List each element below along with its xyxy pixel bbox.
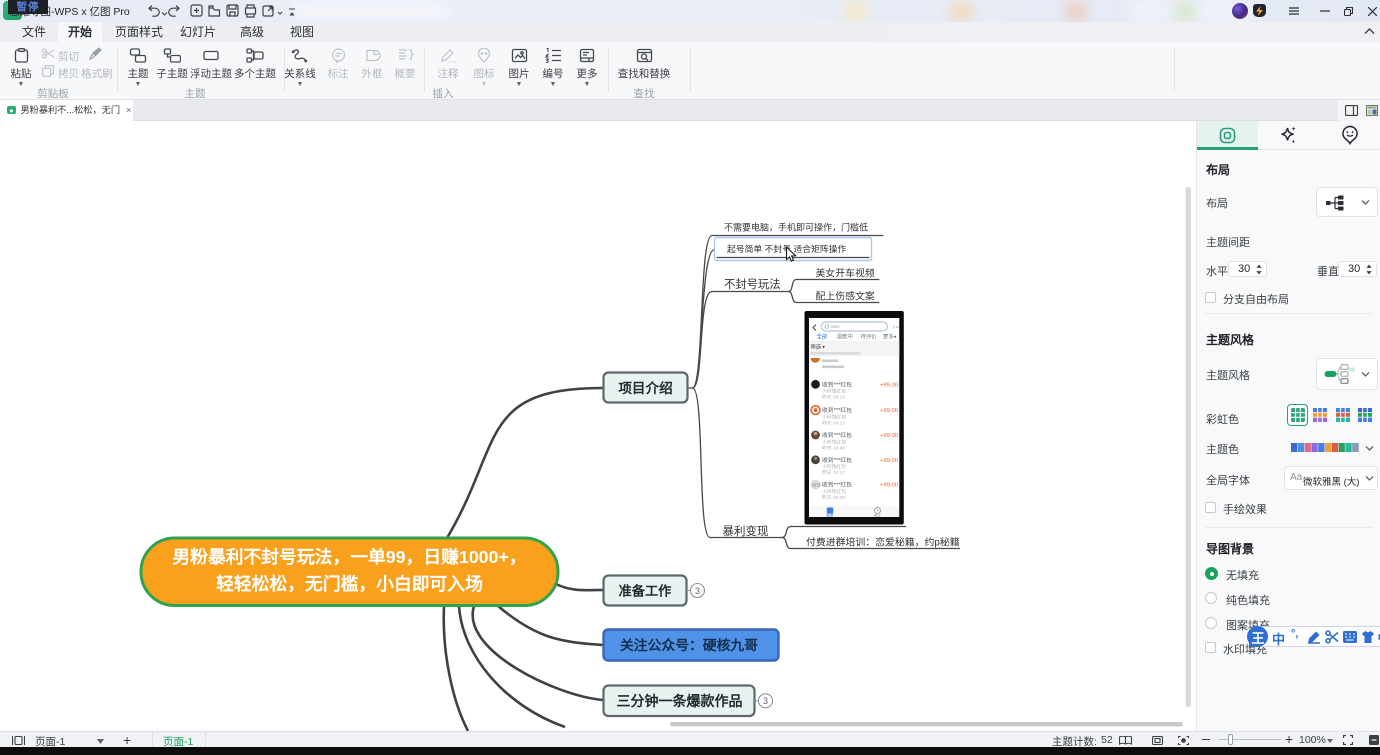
- svg-text:美女开车视频: 美女开车视频: [816, 266, 875, 279]
- svg-text:昨天 08:17: 昨天 08:17: [822, 419, 845, 426]
- svg-text:+99.00: +99.00: [880, 408, 898, 414]
- svg-text:⋯: ⋯: [893, 325, 900, 332]
- svg-text:不需要电脑，手机即可操作，门槛低: 不需要电脑，手机即可操作，门槛低: [724, 221, 868, 232]
- svg-text:不封号玩法: 不封号玩法: [724, 277, 781, 291]
- svg-text:三分钟一条爆款作品: 三分钟一条爆款作品: [617, 693, 743, 709]
- svg-text:小铃铛红包: 小铃铛红包: [822, 438, 846, 445]
- svg-text:项目介绍: 项目介绍: [618, 380, 672, 396]
- svg-text:3: 3: [763, 696, 768, 706]
- svg-text:关注公众号：硬核九哥: 关注公众号：硬核九哥: [620, 637, 758, 653]
- svg-text:男粉暴利不封号玩法，一单99，日赚1000+，: 男粉暴利不封号玩法，一单99，日赚1000+，: [172, 546, 526, 567]
- svg-text:统计: 统计: [874, 513, 882, 518]
- svg-text:+99.00: +99.00: [880, 433, 898, 439]
- svg-text:+99.00: +99.00: [880, 483, 898, 489]
- svg-text:好的: 好的: [813, 482, 821, 489]
- svg-text:待评价: 待评价: [861, 333, 878, 341]
- svg-text:付费进群培训：恋爱秘籍，约p秘籍: 付费进群培训：恋爱秘籍，约p秘籍: [806, 535, 960, 548]
- svg-text:账单: 账单: [826, 513, 834, 518]
- svg-text:小铃铛红包: 小铃铛红包: [822, 488, 846, 495]
- svg-text:小铃铛红包: 小铃铛红包: [822, 413, 846, 420]
- svg-text:收到***红包: 收到***红包: [822, 380, 852, 388]
- svg-text:退款中: 退款中: [837, 333, 853, 341]
- svg-text:昨天 02:17: 昨天 02:17: [822, 469, 845, 476]
- svg-text:准备工作: 准备工作: [619, 582, 672, 598]
- svg-text:+99.00: +99.00: [880, 458, 898, 464]
- svg-text:配上伤感文案: 配上伤感文案: [816, 290, 875, 303]
- svg-text:收到***红包: 收到***红包: [822, 406, 852, 414]
- svg-text:暴利变现: 暴利变现: [723, 524, 769, 538]
- svg-text:昨天 05:08: 昨天 05:08: [822, 494, 845, 501]
- svg-text:轻轻松松，无门槛，小白即可入场: 轻轻松松，无门槛，小白即可入场: [216, 573, 483, 594]
- svg-text:昨天 10:48: 昨天 10:48: [822, 444, 845, 451]
- svg-text:筛选 ▾: 筛选 ▾: [811, 343, 826, 351]
- svg-text:更多▾: 更多▾: [883, 333, 897, 341]
- svg-text:收到***红包: 收到***红包: [822, 456, 852, 464]
- svg-text:收到***红包: 收到***红包: [822, 481, 852, 489]
- svg-text:+99.00: +99.00: [880, 382, 898, 388]
- svg-text:小铃铛红包: 小铃铛红包: [822, 388, 846, 395]
- svg-text:收到***红包: 收到***红包: [822, 431, 852, 439]
- svg-text:3: 3: [695, 586, 700, 596]
- svg-text:昨天 08:16: 昨天 08:16: [822, 394, 845, 401]
- svg-text:小铃铛红包: 小铃铛红包: [822, 463, 846, 470]
- svg-text:全部: 全部: [817, 333, 828, 341]
